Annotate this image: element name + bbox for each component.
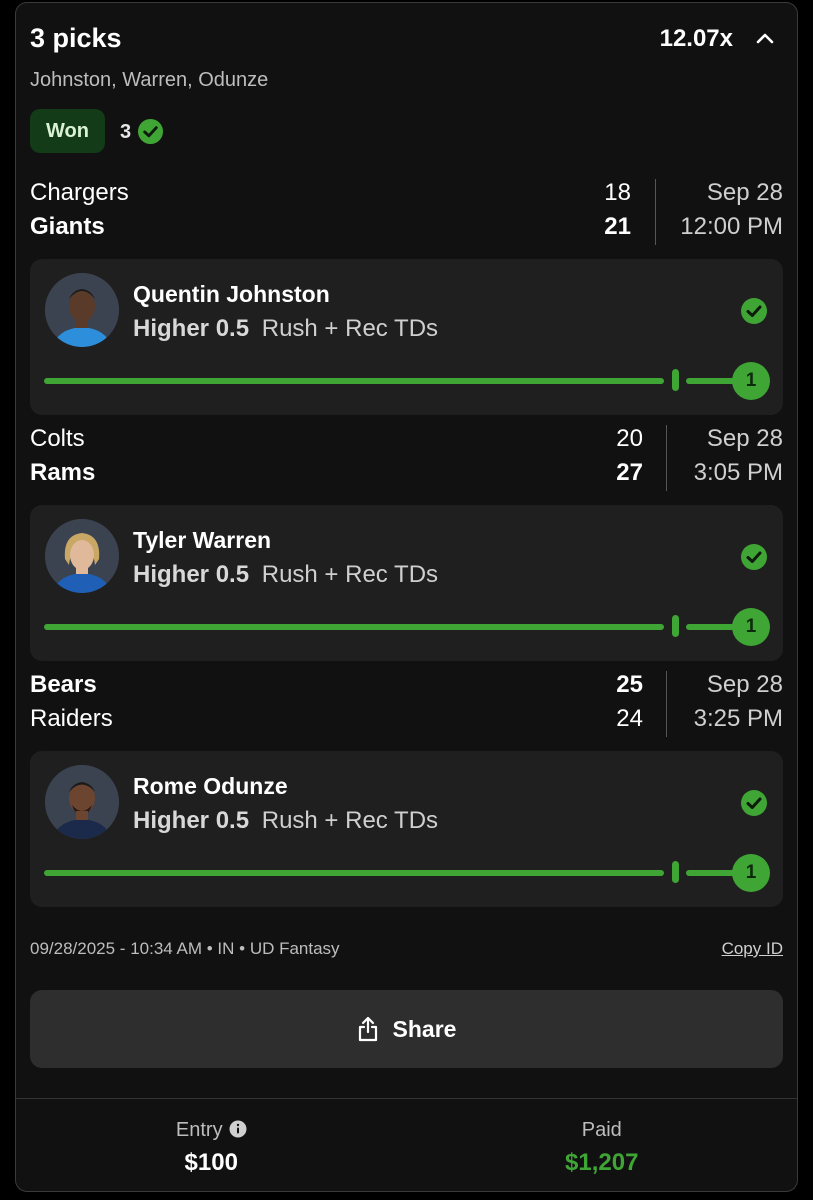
paid-amount: $1,207 [565,1149,639,1176]
avatar [45,765,119,839]
line-marker [672,369,679,391]
share-button[interactable]: Share [30,990,783,1068]
game-time: 3:25 PM [693,705,783,732]
team-2-name: Giants [30,213,105,240]
pick-stat: Rush + Rec TDs [261,807,439,834]
team-1-name: Bears [30,671,97,698]
game-time: 3:05 PM [693,459,783,486]
player-name: Rome Odunze [133,773,288,799]
progress-bar [44,624,664,630]
divider [655,179,656,245]
team-2-score: 27 [616,459,643,486]
result-value: 1 [732,608,770,646]
pick-card[interactable]: Rome Odunze Higher 0.5 Rush + Rec TDs 1 [30,751,783,907]
entry-label: Entry [175,1119,223,1141]
pick-line: Higher 0.5 Rush + Rec TDs [133,807,438,835]
team-1-score: 18 [604,179,631,206]
paid-label: Paid [581,1119,622,1141]
pick-card[interactable]: Quentin Johnston Higher 0.5 Rush + Rec T… [30,259,783,415]
line-marker [672,861,679,883]
team-2-name: Rams [30,459,96,486]
game-time: 12:00 PM [680,213,783,240]
result-value: 1 [732,854,770,892]
player-name: Quentin Johnston [133,281,330,307]
game-row: Bears Raiders 25 24 Sep 28 3:25 PM [30,667,783,741]
progress-bar [44,378,664,384]
avatar [45,519,119,593]
progress-bar [44,870,664,876]
pick-value: 0.5 [215,315,250,342]
game-date: Sep 28 [706,179,783,206]
entry-meta: 09/28/2025 - 10:34 AM • IN • UD Fantasy [30,939,340,958]
team-1-score: 25 [616,671,643,698]
entry-card: 3 picks 12.07x Johnston, Warren, Odunze … [15,2,798,1192]
player-names: Johnston, Warren, Odunze [30,69,269,91]
check-circle-icon [741,298,767,324]
entry-footer: Entry $100 Paid $1,207 [16,1098,798,1191]
team-1-name: Chargers [30,179,129,206]
pick-direction: Higher [133,807,210,834]
divider [666,425,667,491]
game-date: Sep 28 [706,671,783,698]
team-1-name: Colts [30,425,85,452]
paid-column: Paid $1,207 [407,1099,798,1191]
entry-column: Entry $100 [16,1099,407,1191]
team-2-score: 24 [616,705,643,732]
line-marker [672,615,679,637]
entry-amount: $100 [184,1149,238,1176]
game-row: Chargers Giants 18 21 Sep 28 12:00 PM [30,175,783,249]
entry-title: 3 picks [30,23,122,53]
copy-id-link[interactable]: Copy ID [722,939,783,959]
pick-value: 0.5 [215,807,250,834]
result-value: 1 [732,362,770,400]
avatar [45,273,119,347]
pick-stat: Rush + Rec TDs [261,561,439,588]
team-2-score: 21 [604,213,631,240]
team-1-score: 20 [616,425,643,452]
player-name: Tyler Warren [133,527,272,553]
check-circle-icon [137,118,164,145]
divider [666,671,667,737]
pick-direction: Higher [133,561,210,588]
share-icon [358,1016,377,1042]
team-2-name: Raiders [30,705,113,732]
pick-direction: Higher [133,315,210,342]
game-date: Sep 28 [706,425,783,452]
pick-value: 0.5 [215,561,250,588]
payout-multiplier: 12.07x [659,25,733,52]
pick-stat: Rush + Rec TDs [261,315,439,342]
status-badge: Won [30,109,105,153]
check-circle-icon [741,544,767,570]
chevron-up-icon[interactable] [753,27,777,51]
check-circle-icon [741,790,767,816]
game-row: Colts Rams 20 27 Sep 28 3:05 PM [30,421,783,495]
entry-label-row: Entry [16,1119,407,1142]
pick-line: Higher 0.5 Rush + Rec TDs [133,315,438,343]
pick-card[interactable]: Tyler Warren Higher 0.5 Rush + Rec TDs 1 [30,505,783,661]
share-label: Share [392,1015,457,1042]
pick-line: Higher 0.5 Rush + Rec TDs [133,561,438,589]
info-icon[interactable] [229,1120,247,1138]
correct-count: 3 [120,121,132,143]
